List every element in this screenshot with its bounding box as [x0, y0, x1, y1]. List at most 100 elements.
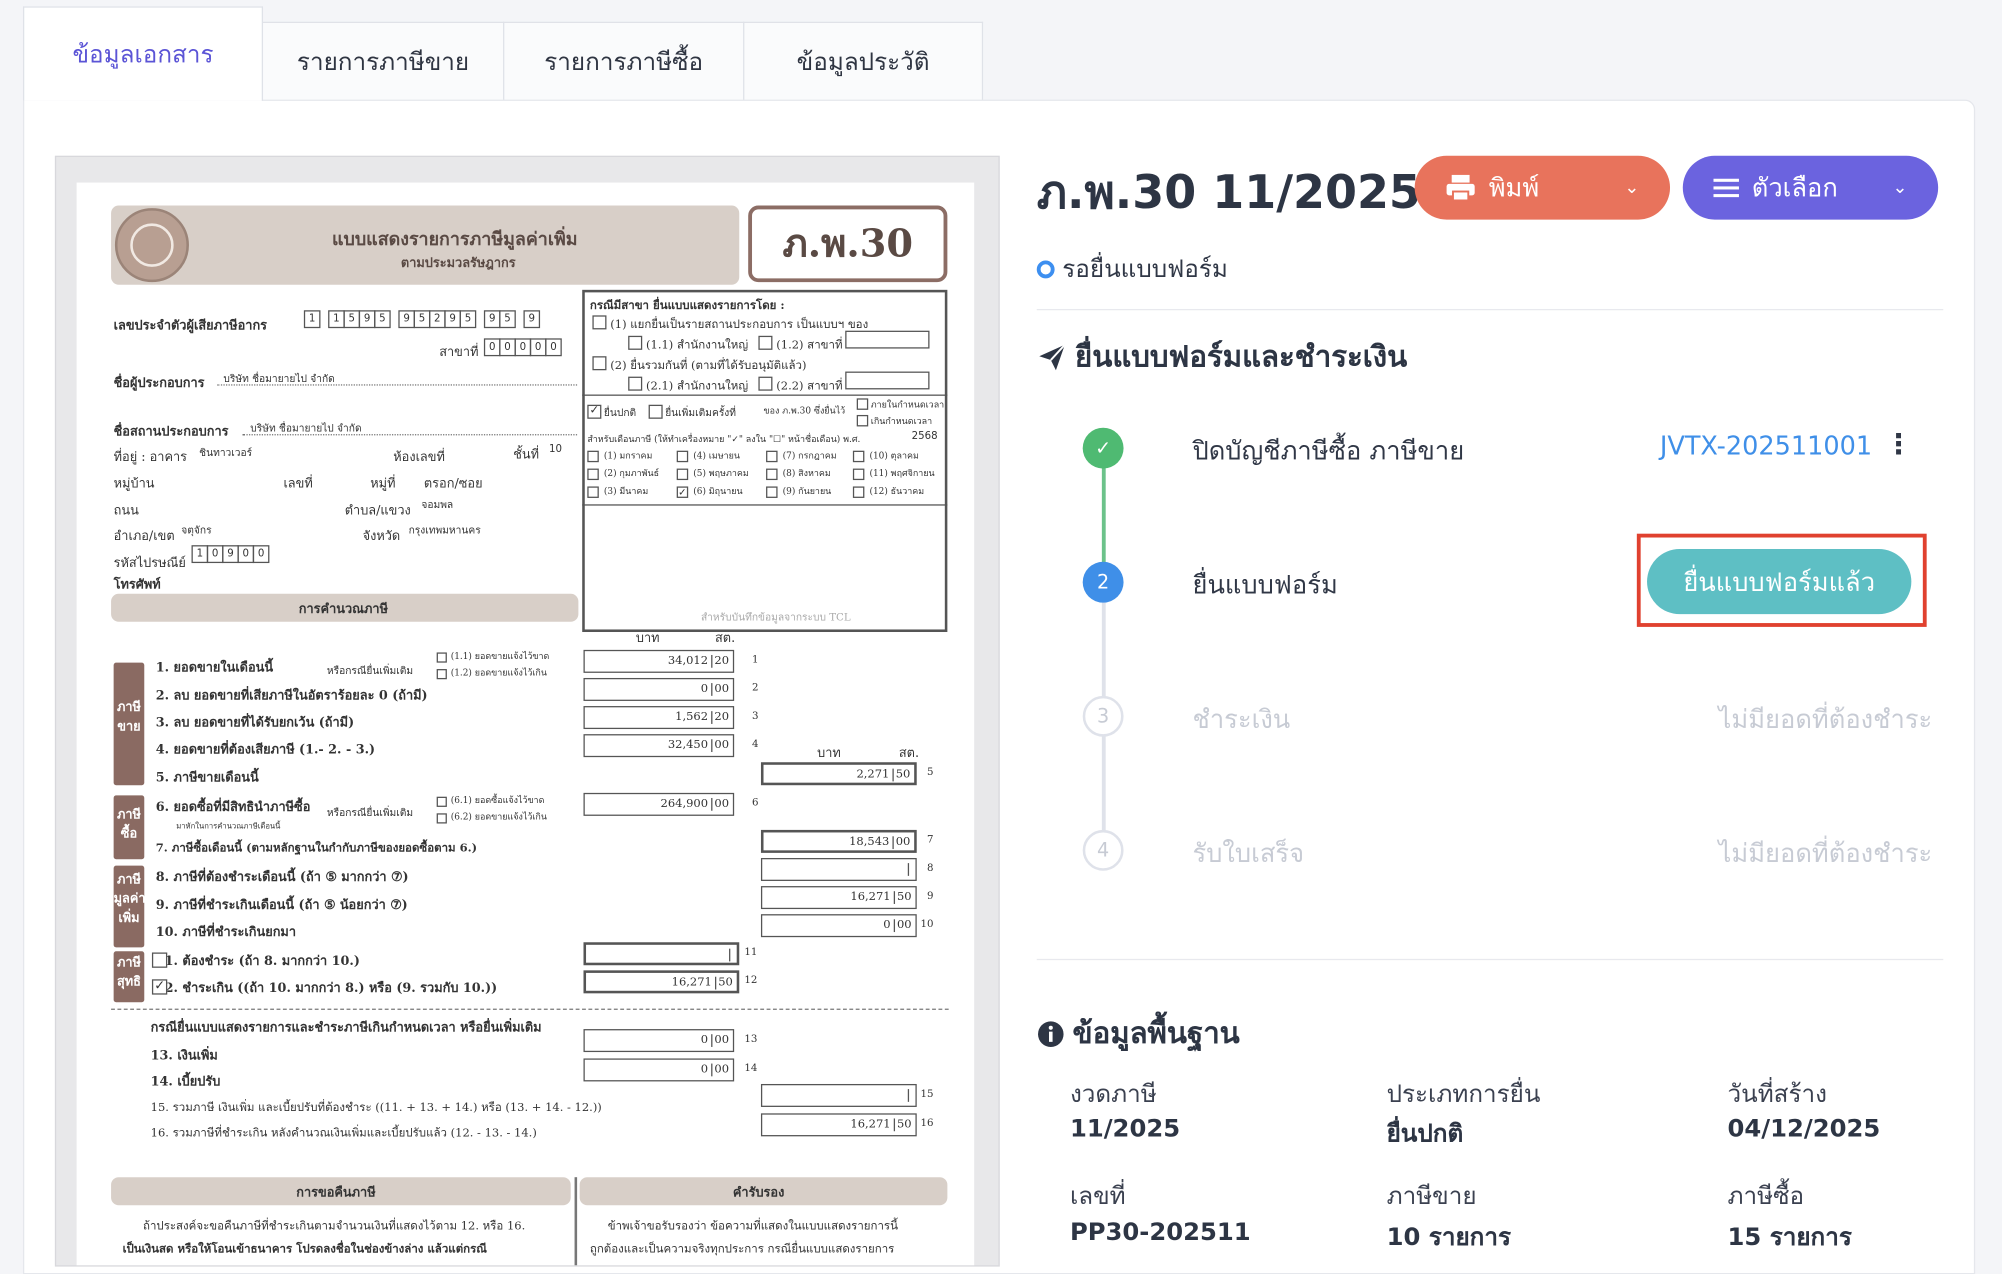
taxid-digit: 9 [358, 310, 376, 329]
taxid-digit: 5 [343, 310, 361, 329]
baht-header: บาท [635, 632, 660, 647]
satang-header: สต. [714, 632, 736, 647]
tab-purchase-tax[interactable]: รายการภาษีซื้อ [503, 21, 745, 101]
filing-type-value: ยื่นปกติ [1386, 1119, 1464, 1148]
period-value: 11/2025 [1069, 1114, 1181, 1143]
menu-icon [1713, 178, 1739, 198]
subdistrict-value: จอมพล [421, 499, 454, 511]
month-label: (9) กันยายน [782, 486, 832, 497]
step-4-badge: 4 [1082, 829, 1124, 871]
tab-document-info[interactable]: ข้อมูลเอกสาร [22, 6, 264, 101]
document-preview[interactable]: แบบแสดงรายการภาษีมูลค่าเพิ่ม ตามประมวลรั… [54, 155, 1000, 1267]
calc-line-6: 6. ยอดซื้อที่มีสิทธินำภาษีซื้อ [155, 800, 311, 815]
postal-digit: 9 [222, 545, 239, 564]
branch-digit: 0 [514, 338, 532, 357]
tab-label: ข้อมูลประวัติ [796, 47, 930, 76]
calc-line-9: 9. ภาษีที่ชำระเกินเดือนนี้ (ถ้า ⑤ น้อยกว… [155, 898, 408, 913]
opt11-text: (1.1) สำนักงานใหญ่ [646, 339, 749, 353]
amount-line-16: 16,271 50 [760, 1113, 917, 1137]
line-number: 4 [752, 737, 759, 750]
chevron-down-icon[interactable]: ⌄ [1624, 177, 1639, 197]
line-number: 16 [920, 1117, 934, 1129]
calc-line-10: 10. ภาษีที่ชำระเกินยกมา [155, 925, 297, 940]
moo-label: หมู่ที่ [370, 477, 396, 492]
month-checkbox [852, 450, 865, 463]
options-button[interactable]: ตัวเลือก ⌄ [1682, 155, 1939, 220]
calc-line-12: 12. ชำระเกิน ((ถ้า 10. มากกว่า 8.) หรือ … [155, 981, 498, 996]
filing-type-label: ประเภทการยื่น [1386, 1080, 1541, 1109]
over-text: เกินกำหนดเวลา [870, 416, 933, 427]
calc-line-1: 1. ยอดขายในเดือนนี้ [155, 661, 274, 676]
purchase-tax-label: ภาษีซื้อ [1727, 1182, 1805, 1211]
district-value: จตุจักร [181, 524, 212, 537]
calc-line-5: 5. ภาษีขายเดือนนี้ [155, 771, 259, 786]
month-label: (3) มีนาคม [603, 486, 649, 497]
taxid-digit: 1 [328, 310, 345, 329]
branch-digit: 0 [499, 338, 516, 357]
chevron-down-icon[interactable]: ⌄ [1893, 177, 1908, 197]
taxid-digit: 9 [398, 310, 415, 329]
r11-text: (1.1) ยอดขายแจ้งไว้ขาด [450, 651, 550, 662]
line-number: 2 [752, 681, 759, 694]
postal-digit: 0 [206, 545, 224, 564]
form-code: ภ.พ.30 [748, 205, 948, 283]
taxid-digit: 1 [303, 310, 321, 329]
tab-label: ข้อมูลเอกสาร [72, 40, 214, 69]
month-label: (7) กรกฎาคม [782, 450, 837, 461]
side-net: ภาษี สุทธิ [113, 951, 145, 1003]
created-date-value: 04/12/2025 [1727, 1114, 1881, 1143]
submit-section-title: ยื่นแบบฟอร์มและชำระเงิน [1037, 335, 1407, 381]
road-label: ถนน [113, 504, 139, 519]
calc-line-8: 8. ภาษีที่ต้องชำระเดือนนี้ (ถ้า ⑤ มากกว่… [155, 870, 409, 885]
submitted-button[interactable]: ยื่นแบบฟอร์มแล้ว [1647, 549, 1912, 615]
amount-line-14: 0 00 [583, 1058, 735, 1082]
month-label: (1) มกราคม [603, 450, 653, 461]
amount-line-15 [760, 1083, 917, 1107]
line-number: 15 [920, 1087, 934, 1100]
floor-label: ชั้นที่ [513, 448, 540, 463]
doc-number-value: PP30-202511 [1069, 1218, 1251, 1247]
cert-text-1: ข้าพเจ้าขอรับรองว่า ข้อความที่แสดงในแบบแ… [607, 1220, 898, 1234]
journal-link[interactable]: JVTX-202511001 [1660, 430, 1872, 461]
branch-digit: 0 [529, 338, 547, 357]
postal-boxes: 10900 [191, 545, 270, 564]
tab-sales-tax[interactable]: รายการภาษีขาย [261, 21, 505, 101]
amount-line-3: 1,562 20 [583, 706, 735, 730]
amount-line-6: 264,900 00 [583, 792, 735, 816]
basic-section-title: ข้อมูลพื้นฐาน [1037, 1011, 1240, 1057]
divider [1036, 308, 1944, 311]
step-4-label: รับใบเสร็จ [1192, 837, 1305, 869]
month-checkbox [766, 450, 778, 463]
baht-header-2: บาท [817, 746, 841, 761]
calc-title: การคำนวณภาษี [298, 602, 388, 617]
amount-line-2: 0 00 [583, 677, 735, 701]
line-number: 12 [744, 974, 758, 986]
amount-line-8 [760, 857, 917, 881]
more-vert-icon[interactable]: ⋮ [1885, 429, 1913, 461]
postal-digit: 0 [237, 545, 255, 564]
branch-boxes: 00000 [483, 338, 562, 357]
line-number: 9 [926, 889, 934, 902]
revenue-dept-seal-icon [114, 208, 189, 283]
room-label: ห้องเลขที่ [393, 450, 445, 465]
taxid-digit: 9 [483, 310, 501, 329]
subdistrict-label: ตำบล/แขวง [344, 504, 411, 519]
taxid-digit: 9 [444, 310, 461, 329]
line-16: 16. รวมภาษีที่ชำระเกิน หลังคำนวณเงินเพิ่… [150, 1127, 537, 1141]
print-label: พิมพ์ [1488, 172, 1540, 204]
tab-history[interactable]: ข้อมูลประวัติ [743, 21, 984, 101]
opt12-text: (1.2) สาขาที่ [776, 339, 843, 353]
tab-label: รายการภาษีซื้อ [544, 47, 704, 76]
month-label: (8) สิงหาคม [782, 468, 831, 479]
doc-number-label: เลขที่ [1069, 1182, 1126, 1211]
print-button[interactable]: พิมพ์ ⌄ [1414, 155, 1671, 220]
r61-text: (6.1) ยอดซื้อแจ้งไว้ขาด [450, 795, 545, 806]
opt22-text: (2.2) สาขาที่ [776, 380, 843, 394]
within-text: ภายในกำหนดเวลา [870, 399, 945, 410]
refund-text-1: ถ้าประสงค์จะขอคืนภาษีที่ชำระเกินตามจำนวน… [142, 1220, 526, 1234]
step-3-value: ไม่มียอดที่ต้องชำระ [1718, 703, 1933, 735]
step-2-label: ยื่นแบบฟอร์ม [1192, 569, 1338, 601]
taxid-boxes: 1159595295959 [303, 310, 541, 329]
form-title: แบบแสดงรายการภาษีมูลค่าเพิ่ม [331, 229, 578, 251]
amount-line-1: 34,012 20 [583, 649, 735, 673]
